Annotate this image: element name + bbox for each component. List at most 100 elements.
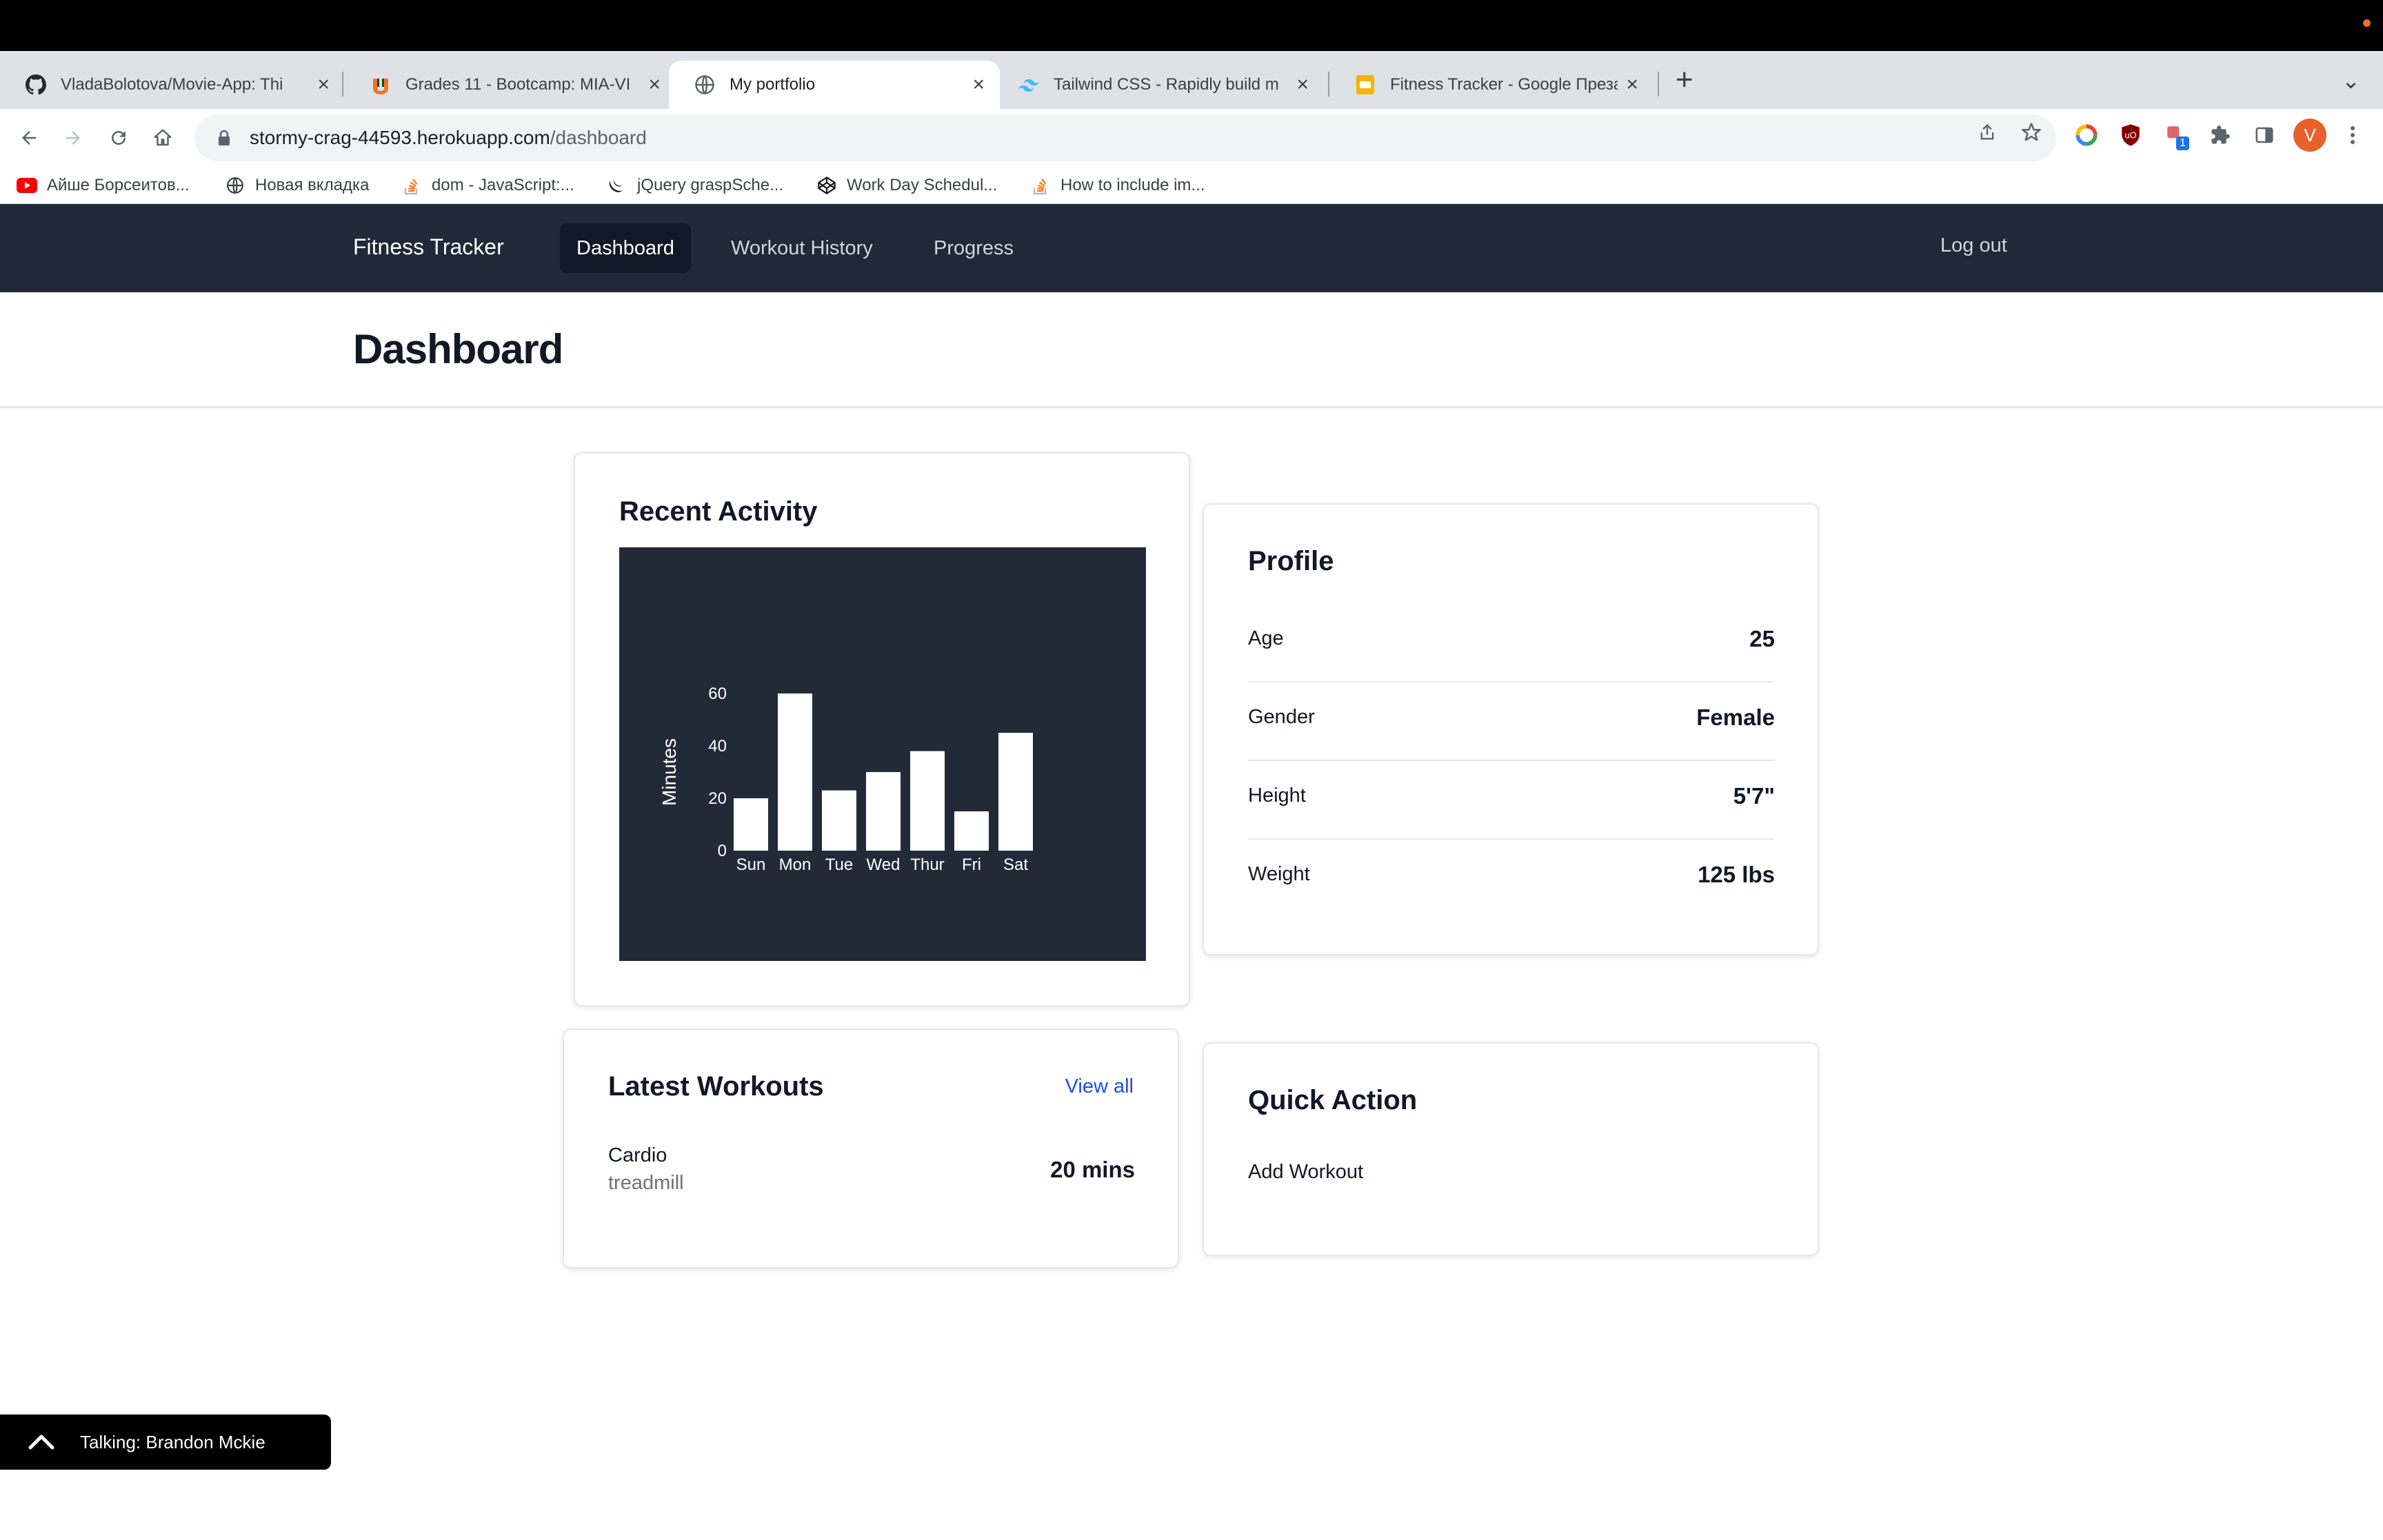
tab-separator	[342, 72, 343, 97]
bookmark-item[interactable]: dom - JavaScript:...	[401, 174, 574, 197]
tab-title: VladaBolotova/Movie-App: Thi	[61, 75, 283, 94]
profile-row-gender: Gender Female	[1248, 682, 1775, 761]
home-icon[interactable]	[146, 121, 179, 154]
bookmarks-bar: Айше Борсеитов... Новая вкладка dom - Ja…	[0, 167, 2383, 204]
quick-action-title: Quick Action	[1248, 1085, 1418, 1115]
chart-y-tick-label: 0	[718, 842, 727, 860]
activity-chart: Sun Mon Tue Wed Thur Fri Sat 0 20 40 60 Minutes	[619, 547, 1146, 961]
tab-close-icon[interactable]: ×	[1626, 73, 1638, 97]
profile-initial: V	[2304, 124, 2316, 145]
chart-x-tick-label: Wed	[867, 855, 901, 874]
bookmark-label: How to include im...	[1060, 176, 1205, 194]
browser-tab-strip: VladaBolotova/Movie-App: Thi × Grades 11…	[0, 51, 2383, 109]
profile-title: Profile	[1248, 546, 1334, 576]
bookmark-label: jQuery graspSche...	[637, 176, 784, 194]
bookmark-star-icon[interactable]	[2019, 120, 2044, 145]
chart-bar-fri	[954, 811, 989, 851]
latest-workouts-title: Latest Workouts	[608, 1071, 824, 1102]
tab-title: My portfolio	[730, 75, 816, 94]
chart-bar-wed	[866, 772, 901, 851]
app-brand[interactable]: Fitness Tracker	[353, 234, 504, 260]
extension-badge: 1	[2176, 136, 2189, 150]
chart-y-tick-label: 40	[708, 737, 727, 756]
bookmark-item[interactable]: jQuery graspSche...	[607, 174, 783, 197]
lock-icon[interactable]	[214, 128, 234, 148]
google-lens-extension-icon[interactable]	[2073, 121, 2100, 149]
globe-icon	[225, 175, 245, 196]
tab-search-chevron-icon[interactable]: ⌄	[2342, 68, 2360, 94]
os-menu-bar	[0, 0, 2383, 51]
bookmark-item[interactable]: How to include im...	[1030, 174, 1205, 197]
recent-activity-card: Recent Activity Sun Mon Tue Wed Thur Fri Sat 0 2…	[574, 452, 1190, 1006]
extension-with-badge-icon[interactable]: 1	[2162, 121, 2190, 150]
bookmark-label: Айше Борсеитов...	[47, 176, 190, 194]
chevron-up-icon[interactable]	[25, 1426, 58, 1459]
tab-title: Fitness Tracker - Google Преза	[1390, 75, 1618, 94]
workout-duration: 20 mins	[1050, 1157, 1135, 1182]
canvas-icon	[370, 74, 392, 96]
workout-type: Cardio	[608, 1144, 667, 1166]
codepen-icon	[816, 175, 837, 196]
workout-item[interactable]: Cardio treadmill 20 mins	[608, 1144, 1135, 1206]
reload-icon[interactable]	[102, 121, 135, 154]
chart-x-tick-label: Sat	[1003, 855, 1028, 874]
address-bar[interactable]: stormy-crag-44593.herokuapp.com/dashboar…	[194, 114, 2056, 161]
chart-x-tick-label: Sun	[736, 855, 766, 874]
profile-value: 5'7"	[1733, 783, 1775, 809]
profile-row-weight: Weight 125 lbs	[1248, 840, 1775, 918]
tab-separator	[1658, 72, 1659, 97]
browser-menu-kebab-icon[interactable]	[2339, 121, 2366, 149]
chart-y-axis-label: Minutes	[658, 738, 680, 806]
slides-icon	[1354, 74, 1376, 96]
talking-indicator[interactable]: Talking: Brandon Mckie	[0, 1415, 331, 1470]
recent-activity-title: Recent Activity	[619, 496, 818, 527]
tab-close-icon[interactable]: ×	[317, 73, 330, 97]
browser-tab[interactable]: VladaBolotova/Movie-App: Thi ×	[0, 61, 345, 109]
tab-title: Tailwind CSS - Rapidly build m	[1054, 75, 1279, 94]
chart-x-tick-label: Thur	[910, 855, 944, 874]
tailwind-icon	[1018, 74, 1040, 96]
extensions-puzzle-icon[interactable]	[2206, 121, 2234, 149]
tab-close-icon[interactable]: ×	[648, 73, 661, 97]
workout-name: treadmill	[608, 1172, 684, 1194]
tab-title: Grades 11 - Bootcamp: MIA-VI	[405, 75, 631, 94]
activity-chart-svg: Sun Mon Tue Wed Thur Fri Sat 0 20 40 60 Minutes	[658, 685, 1033, 874]
profile-label: Age	[1248, 627, 1284, 649]
bookmark-item[interactable]: Новая вкладка	[225, 174, 369, 197]
nav-workout-history[interactable]: Workout History	[714, 223, 889, 273]
browser-tab[interactable]: Tailwind CSS - Rapidly build m ×	[993, 61, 1324, 109]
quick-action-card: Quick Action Add Workout	[1203, 1042, 1819, 1256]
notification-dot-icon	[2363, 19, 2371, 27]
chart-x-tick-label: Tue	[825, 855, 853, 874]
new-tab-plus-icon[interactable]: +	[1676, 65, 1693, 95]
profile-avatar[interactable]: V	[2293, 119, 2326, 152]
chart-y-tick-label: 60	[708, 685, 727, 703]
stackoverflow-icon	[1030, 175, 1051, 196]
profile-label: Gender	[1248, 706, 1315, 728]
nav-progress[interactable]: Progress	[917, 223, 1030, 273]
chart-x-tick-label: Fri	[962, 855, 981, 874]
browser-tab[interactable]: Fitness Tracker - Google Преза ×	[1329, 61, 1653, 109]
url-path: /dashboard	[550, 127, 647, 148]
ublock-shield-icon[interactable]: uO	[2117, 121, 2144, 149]
svg-text:uO: uO	[2124, 130, 2136, 140]
back-arrow-icon[interactable]	[12, 121, 46, 154]
bookmark-item[interactable]: Work Day Schedul...	[816, 174, 997, 197]
nav-dashboard[interactable]: Dashboard	[560, 223, 691, 273]
forward-arrow-icon[interactable]	[57, 121, 90, 154]
share-icon[interactable]	[1975, 120, 2000, 145]
add-workout-button[interactable]: Add Workout	[1248, 1161, 1363, 1184]
bookmark-item[interactable]: Айше Борсеитов...	[17, 174, 190, 197]
browser-tab[interactable]: Grades 11 - Bootcamp: MIA-VI ×	[345, 61, 676, 109]
bookmark-label: Новая вкладка	[255, 176, 370, 194]
view-all-link[interactable]: View all	[1065, 1075, 1134, 1098]
tab-close-icon[interactable]: ×	[1296, 73, 1309, 97]
url-host: stormy-crag-44593.herokuapp.com	[250, 127, 550, 148]
chart-y-tick-label: 20	[708, 789, 727, 808]
side-panel-icon[interactable]	[2251, 121, 2278, 149]
tab-close-icon[interactable]: ×	[972, 73, 985, 97]
talking-text: Talking: Brandon Mckie	[80, 1431, 265, 1452]
browser-tab-active[interactable]: My portfolio ×	[669, 61, 1000, 109]
logout-link[interactable]: Log out	[1940, 234, 2007, 257]
globe-icon	[694, 74, 716, 96]
